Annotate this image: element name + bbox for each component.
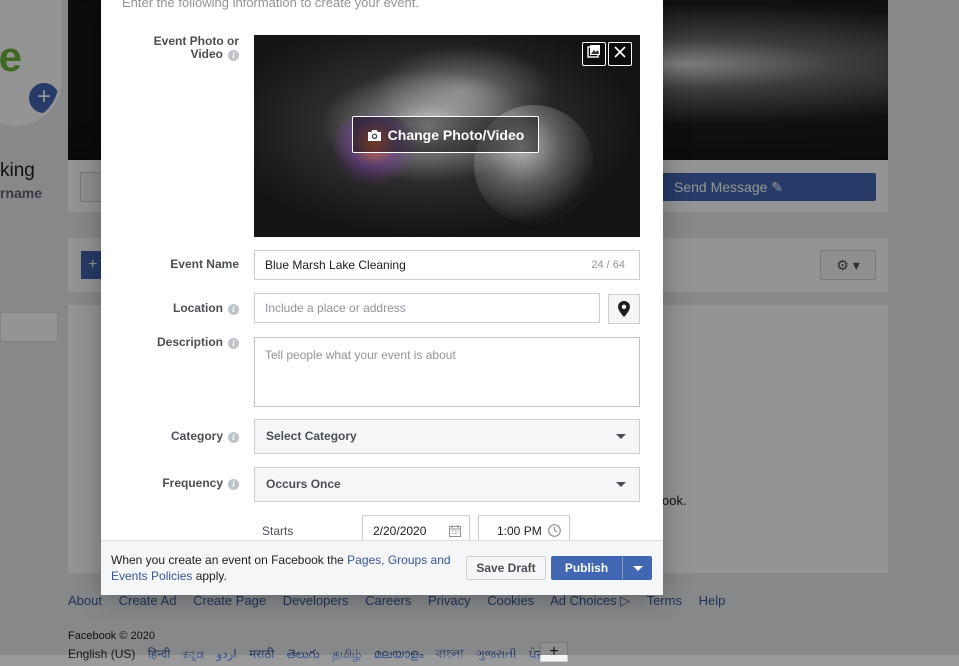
frequency-select[interactable]: Occurs Once bbox=[254, 467, 640, 502]
dialog-intro: Enter the following information to creat… bbox=[122, 0, 419, 10]
map-pin-button[interactable] bbox=[608, 294, 640, 324]
chevron-down-icon bbox=[633, 566, 643, 571]
camera-icon bbox=[367, 130, 381, 141]
info-icon[interactable]: i bbox=[228, 479, 239, 490]
save-draft-button[interactable]: Save Draft bbox=[466, 556, 546, 580]
location-input[interactable]: Include a place or address bbox=[254, 293, 600, 323]
info-icon[interactable]: i bbox=[228, 304, 239, 315]
calendar-icon bbox=[449, 525, 461, 537]
event-name-input[interactable]: Blue Marsh Lake Cleaning 24 / 64 bbox=[254, 250, 640, 280]
change-photo-button[interactable]: Change Photo/Video bbox=[352, 116, 539, 153]
event-name-label: Event Name bbox=[170, 257, 239, 271]
character-counter: 24 / 64 bbox=[591, 259, 625, 271]
frequency-label: Frequency i bbox=[162, 477, 239, 490]
info-icon[interactable]: i bbox=[228, 50, 239, 61]
gallery-icon[interactable] bbox=[582, 42, 606, 66]
description-label: Description i bbox=[157, 336, 239, 349]
chevron-down-icon bbox=[616, 434, 626, 439]
info-icon[interactable]: i bbox=[228, 432, 239, 443]
category-select[interactable]: Select Category bbox=[254, 419, 640, 454]
dialog-body[interactable]: Enter the following information to creat… bbox=[101, 0, 663, 540]
start-time-input[interactable]: 1:00 PM bbox=[478, 515, 570, 540]
start-date-input[interactable]: 2/20/2020 bbox=[362, 515, 470, 540]
dialog-footer: When you create an event on Facebook the… bbox=[101, 540, 663, 595]
event-photo: Change Photo/Video bbox=[254, 35, 640, 237]
location-label: Location i bbox=[173, 302, 239, 315]
info-icon[interactable]: i bbox=[228, 338, 239, 349]
policy-notice: When you create an event on Facebook the… bbox=[111, 553, 451, 583]
remove-photo-icon[interactable] bbox=[608, 42, 632, 66]
create-event-dialog: Enter the following information to creat… bbox=[101, 0, 663, 595]
starts-label: Starts bbox=[262, 524, 294, 538]
chevron-down-icon bbox=[616, 482, 626, 487]
clock-icon bbox=[548, 524, 561, 537]
map-pin-icon bbox=[618, 301, 630, 317]
description-textarea[interactable]: Tell people what your event is about bbox=[254, 337, 640, 407]
category-label: Category i bbox=[171, 430, 239, 443]
publish-button[interactable]: Publish bbox=[551, 556, 622, 580]
event-photo-label: Event Photo or Video i bbox=[153, 34, 239, 61]
publish-options-button[interactable] bbox=[622, 556, 652, 580]
event-name-value: Blue Marsh Lake Cleaning bbox=[265, 258, 406, 272]
